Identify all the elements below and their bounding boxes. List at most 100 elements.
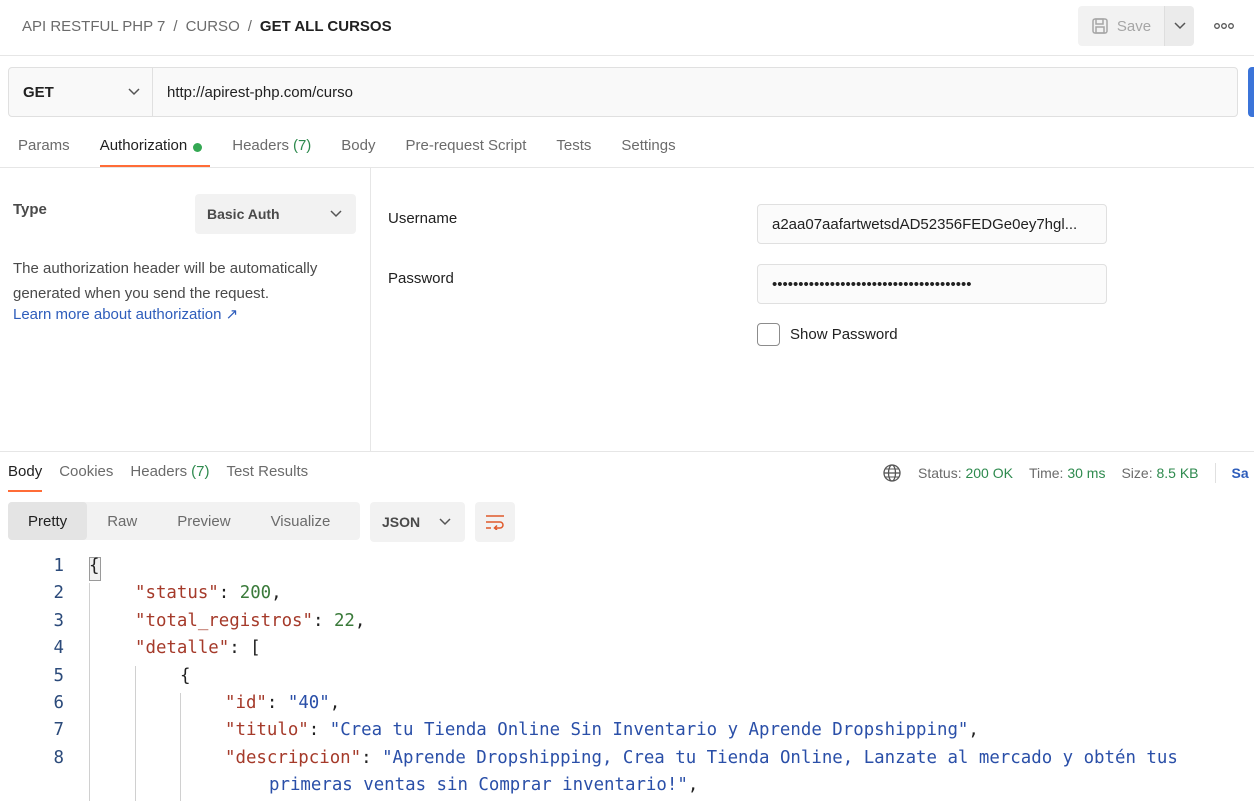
password-value: •••••••••••••••••••••••••••••••••••••• [772, 275, 972, 293]
breadcrumb-folder[interactable]: CURSO [186, 18, 240, 35]
view-visualize-button[interactable]: Visualize [251, 502, 351, 540]
code-text: primeras ventas sin Comprar inventario!"… [269, 775, 698, 795]
save-group: Save [1078, 6, 1194, 46]
tab-label: Headers [130, 463, 188, 480]
tab-body[interactable]: Body [341, 137, 375, 167]
url-input[interactable] [153, 68, 1237, 116]
response-tab-headers[interactable]: Headers (7) [130, 463, 209, 492]
tab-headers[interactable]: Headers (7) [232, 137, 311, 167]
request-tabs: Params Authorization Headers (7) Body Pre… [18, 137, 676, 167]
line-number: 5 [53, 665, 64, 686]
size-readout[interactable]: Size: 8.5 KB [1121, 465, 1198, 481]
password-input[interactable]: •••••••••••••••••••••••••••••••••••••• [757, 264, 1107, 304]
breadcrumb-separator: / [173, 18, 178, 35]
tab-params[interactable]: Params [18, 137, 70, 167]
line-number: 2 [53, 583, 64, 604]
tab-label: Pre-request Script [405, 137, 527, 154]
code-token: 22 [333, 610, 355, 631]
username-input[interactable]: a2aa07aafartwetsdAD52356FEDGe0ey7hgl... [757, 204, 1107, 244]
code-line: 1{ [0, 556, 1254, 583]
more-options-button[interactable] [1210, 14, 1238, 38]
code-token: , [968, 720, 979, 741]
response-tab-cookies[interactable]: Cookies [59, 463, 113, 492]
view-pretty-button[interactable]: Pretty [8, 502, 88, 540]
tab-tests[interactable]: Tests [556, 137, 591, 167]
view-mode-group: Pretty Raw Preview Visualize [8, 502, 360, 540]
tab-label: Headers [232, 137, 289, 154]
tab-label: Authorization [99, 137, 188, 154]
breadcrumb-request-name[interactable]: GET ALL CURSOS [260, 18, 392, 35]
active-indicator-dot [193, 143, 203, 152]
line-number: 1 [53, 556, 64, 576]
time-label: Time: [1028, 465, 1064, 481]
show-password-toggle[interactable]: Show Password [757, 323, 898, 346]
line-number: 3 [53, 610, 64, 631]
code-line: 4 "detalle": [ [0, 638, 1254, 665]
save-label: Save [1116, 17, 1152, 35]
code-token: : [ [229, 638, 261, 659]
tab-pre-request-script[interactable]: Pre-request Script [406, 137, 527, 167]
response-tabs: Body Cookies Headers (7) Test Results [8, 463, 308, 492]
code-token: "Crea tu Tienda Online Sin Inventario y … [329, 720, 969, 741]
code-line: 3 "total_registros": 22, [0, 611, 1254, 638]
code-text: "detalle": [ [135, 638, 261, 658]
wrap-lines-button[interactable] [475, 502, 515, 542]
tab-label: Settings [621, 137, 676, 154]
auth-type-select[interactable]: Basic Auth [195, 194, 356, 234]
code-token: : [218, 583, 240, 604]
view-raw-button[interactable]: Raw [87, 502, 157, 540]
view-preview-button[interactable]: Preview [157, 502, 250, 540]
send-button[interactable] [1248, 67, 1254, 117]
code-text: { [89, 556, 99, 576]
code-token: : [308, 720, 330, 741]
line-number: 4 [53, 638, 64, 659]
line-number: 7 [53, 720, 64, 741]
code-token: "id" [225, 693, 267, 713]
code-token: : [361, 747, 383, 768]
username-value: a2aa07aafartwetsdAD52356FEDGe0ey7hgl... [772, 215, 1078, 233]
code-token: , [329, 693, 341, 713]
wrap-text-icon [486, 515, 504, 530]
chevron-down-icon [330, 210, 342, 218]
auth-description: The authorization header will be automat… [13, 260, 318, 302]
learn-more-link[interactable]: Learn more about authorization ↗ [13, 305, 238, 323]
code-token: , [271, 583, 282, 604]
response-tab-body[interactable]: Body [8, 463, 43, 492]
divider [1214, 463, 1216, 483]
status-readout[interactable]: Status: 200 OK [918, 465, 1013, 481]
save-options-button[interactable] [1164, 6, 1194, 46]
response-body-editor[interactable]: 1{2 "status": 200, 3 "total_registros": 22,… [0, 555, 1254, 801]
line-number: 8 [53, 747, 64, 768]
size-value: 8.5 KB [1156, 465, 1199, 481]
code-token: "total_registros" [135, 610, 313, 631]
chevron-down-icon [1173, 22, 1186, 30]
globe-icon[interactable] [882, 463, 902, 483]
tab-settings[interactable]: Settings [621, 137, 675, 167]
method-value: GET [23, 83, 54, 101]
request-bar: GET [8, 67, 1238, 117]
show-password-checkbox[interactable] [757, 323, 780, 346]
code-token: 200 [239, 583, 272, 604]
response-format-select[interactable]: JSON [370, 502, 465, 542]
code-text: "status": 200, [135, 583, 282, 603]
save-button[interactable]: Save [1078, 6, 1164, 46]
chevron-down-icon [128, 88, 140, 96]
code-text: "descripcion": "Aprende Dropshipping, Cr… [225, 748, 1178, 768]
save-response-button[interactable]: Sa [1232, 465, 1249, 481]
code-token: "titulo" [225, 720, 309, 741]
code-token: { [89, 556, 100, 576]
code-token: "detalle" [135, 638, 230, 659]
breadcrumb-collection[interactable]: API RESTFUL PHP 7 [22, 18, 165, 35]
password-label: Password [388, 270, 454, 287]
tab-label: Body [341, 137, 376, 154]
username-label: Username [388, 210, 458, 227]
format-value: JSON [382, 514, 421, 530]
time-readout[interactable]: Time: 30 ms [1029, 465, 1106, 481]
time-value: 30 ms [1067, 465, 1106, 481]
tab-authorization[interactable]: Authorization [99, 137, 210, 167]
code-line: 5{ [0, 666, 1254, 693]
code-text: "total_registros": 22, [135, 611, 365, 631]
response-tab-test-results[interactable]: Test Results [226, 463, 308, 492]
chevron-down-icon [439, 518, 451, 526]
method-select[interactable]: GET [9, 68, 153, 116]
